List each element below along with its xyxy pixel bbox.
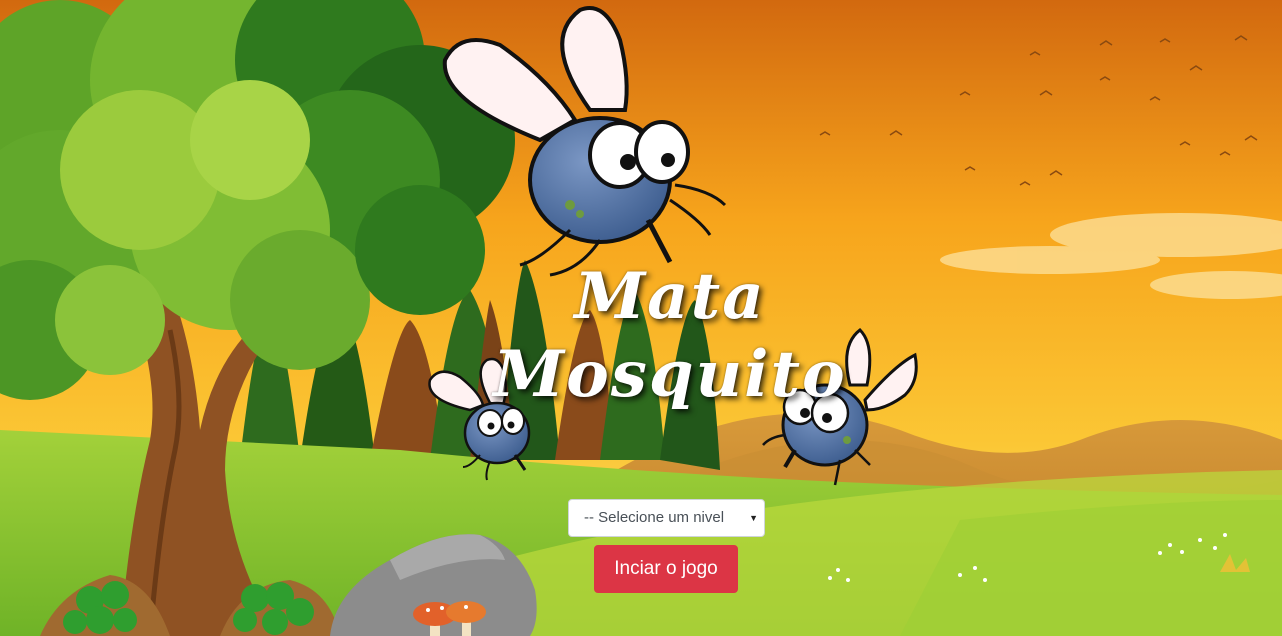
game-title-line-2: Mosquito	[493, 337, 847, 412]
caret-down-icon: ▼	[749, 513, 758, 523]
game-title-line-1: Mata	[574, 259, 766, 334]
level-select[interactable]: -- Selecione um nivel ▼	[568, 499, 765, 537]
game-title: Mata Mosquito	[460, 258, 880, 414]
mosquito-large[interactable]	[430, 0, 750, 290]
start-game-button[interactable]: Inciar o jogo	[594, 545, 738, 593]
level-select-value: -- Selecione um nivel	[584, 509, 725, 526]
